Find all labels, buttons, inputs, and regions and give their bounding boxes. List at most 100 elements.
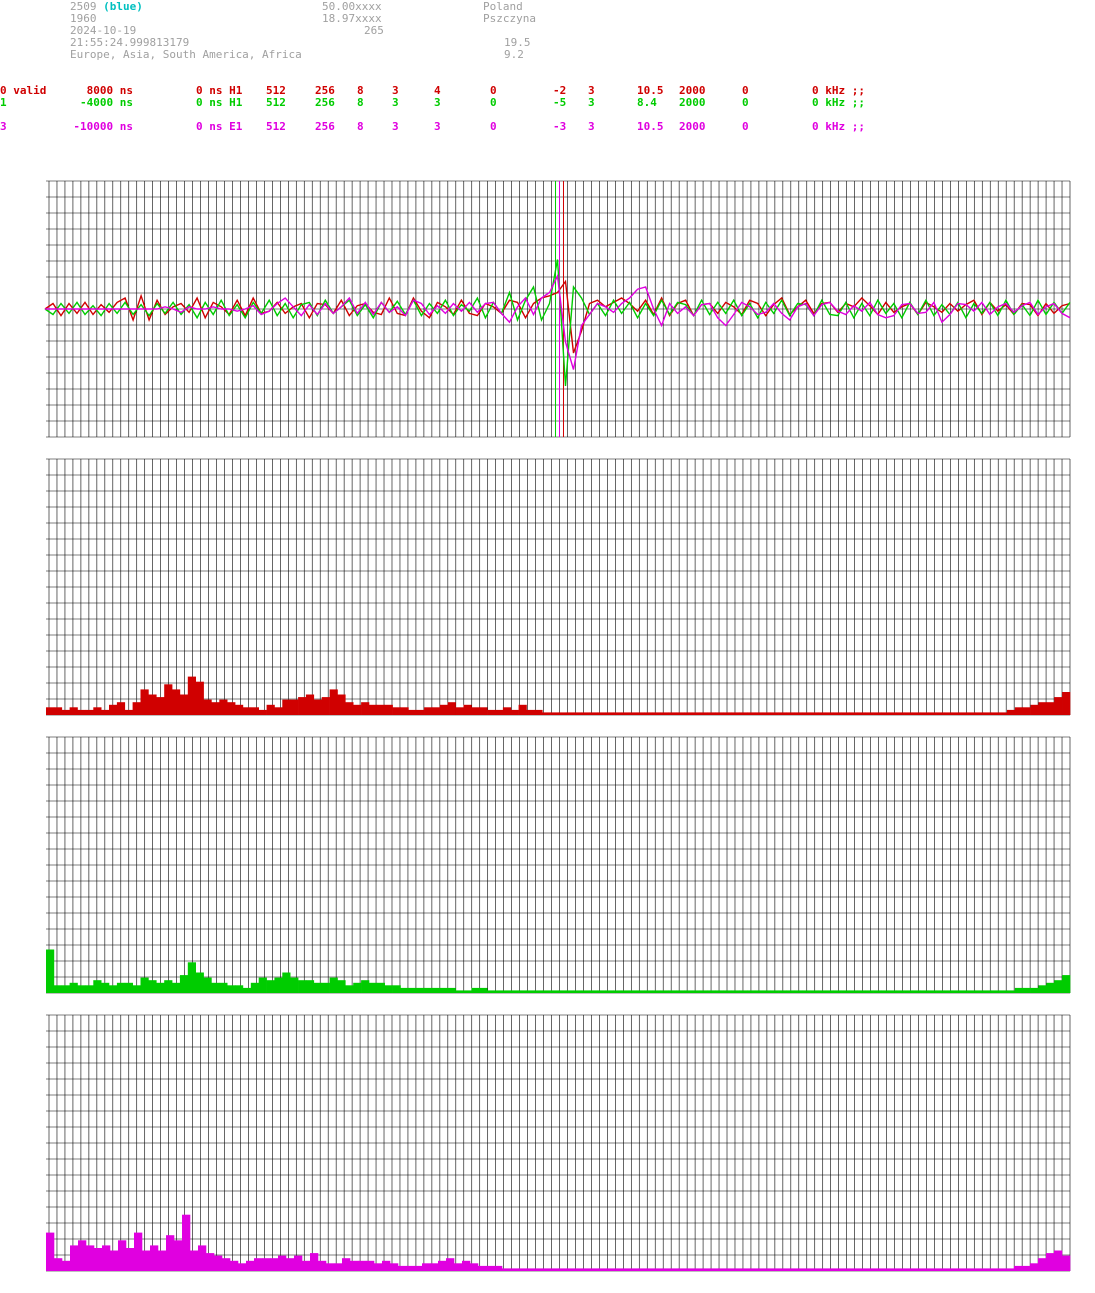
spectrum-bar bbox=[174, 1240, 183, 1271]
spectrum-bar bbox=[164, 684, 173, 715]
spectrum-bar bbox=[53, 707, 63, 715]
spectrum-plot-ch1 bbox=[46, 736, 1071, 994]
spectrum-bar bbox=[321, 697, 330, 715]
spectrum-bar bbox=[211, 982, 220, 993]
spectrum-bar bbox=[718, 1268, 727, 1271]
spectrum-bar bbox=[881, 990, 890, 993]
spectrum-bar bbox=[408, 987, 417, 993]
spectrum-bar bbox=[422, 1263, 431, 1271]
spectrum-bar bbox=[69, 707, 78, 715]
spectrum-bar bbox=[810, 712, 819, 715]
spectrum-bar bbox=[195, 681, 204, 715]
spectrum-bar bbox=[518, 704, 527, 715]
spectrum-bar bbox=[471, 987, 480, 993]
spectrum-bar bbox=[928, 990, 937, 993]
spectrum-bar bbox=[447, 987, 456, 993]
spectrum-bar bbox=[462, 1260, 471, 1271]
spectrum-bar bbox=[46, 949, 55, 993]
spectrum-bar bbox=[920, 990, 929, 993]
spectrum-bar bbox=[558, 990, 567, 993]
spectrum-bar bbox=[334, 1263, 343, 1271]
channel-cell: 3 bbox=[434, 120, 441, 133]
spectrum-bar bbox=[392, 985, 401, 993]
spectrum-bar bbox=[912, 990, 921, 993]
spectrum-bar bbox=[262, 1258, 271, 1271]
spectrum-bar bbox=[361, 702, 370, 715]
spectrum-bar bbox=[550, 990, 559, 993]
spectrum-bar bbox=[438, 1260, 447, 1271]
spectrum-bar bbox=[998, 1268, 1007, 1271]
spectrum-bar bbox=[870, 1268, 879, 1271]
spectrum-bar bbox=[282, 699, 291, 715]
spectrum-bar bbox=[227, 985, 236, 993]
spectrum-bar bbox=[390, 1263, 399, 1271]
spectrum-bar bbox=[676, 712, 685, 715]
spectrum-bar bbox=[384, 704, 393, 715]
channel-cell: -10000 ns bbox=[73, 120, 133, 133]
spectrum-bar bbox=[918, 1268, 927, 1271]
spectrum-bar bbox=[432, 707, 441, 715]
spectrum-bar bbox=[841, 990, 850, 993]
spectrum-bar bbox=[1038, 985, 1047, 993]
spectrum-bar bbox=[446, 1258, 455, 1271]
spectrum-bar bbox=[990, 1268, 999, 1271]
spectrum-bar bbox=[219, 699, 228, 715]
spectrum-bar bbox=[878, 1268, 887, 1271]
spectrum-bar bbox=[731, 712, 740, 715]
spectrum-bar bbox=[1014, 1265, 1023, 1271]
spectrum-bar bbox=[825, 712, 834, 715]
spectrum-bar bbox=[573, 990, 582, 993]
spectrum-bar bbox=[830, 1268, 839, 1271]
spectrum-bar bbox=[321, 982, 330, 993]
spectrum-bar bbox=[77, 985, 86, 993]
spectrum-bar bbox=[124, 709, 133, 715]
spectrum-bar bbox=[132, 702, 141, 715]
spectrum-bar bbox=[534, 1268, 543, 1271]
spectrum-bar bbox=[944, 990, 953, 993]
spectrum-bar bbox=[991, 712, 1000, 715]
spectrum-bar bbox=[179, 694, 189, 715]
spectrum-bar bbox=[46, 707, 55, 715]
spectrum-bar bbox=[1014, 987, 1024, 993]
spectrum-bar bbox=[518, 1268, 527, 1271]
channel-cell: 512 bbox=[266, 120, 286, 133]
spectrum-bar bbox=[1062, 1255, 1071, 1271]
spectrum-bar bbox=[646, 1268, 655, 1271]
spectrum-bar bbox=[660, 990, 669, 993]
spectrum-bar bbox=[1007, 709, 1016, 715]
spectrum-bar bbox=[654, 1268, 663, 1271]
spectrum-bar bbox=[694, 1268, 703, 1271]
spectrum-bar bbox=[691, 712, 701, 715]
spectrum-bar bbox=[710, 1268, 719, 1271]
spectrum-bar bbox=[254, 1258, 263, 1271]
spectrum-bar bbox=[542, 712, 551, 715]
spectrum-bar bbox=[934, 1268, 943, 1271]
spectrum-bar bbox=[534, 709, 543, 715]
spectrum-bar bbox=[140, 977, 149, 993]
spectrum-bar bbox=[190, 1250, 199, 1271]
spectrum-bar bbox=[179, 975, 189, 993]
spectrum-bar bbox=[479, 987, 488, 993]
value-2: 9.2 bbox=[504, 48, 524, 61]
spectrum-bar bbox=[187, 962, 196, 993]
spectrum-bar bbox=[478, 1265, 487, 1271]
spectrum-bar bbox=[999, 712, 1008, 715]
spectrum-bar bbox=[376, 982, 385, 993]
spectrum-bar bbox=[326, 1263, 335, 1271]
spectrum-bar bbox=[621, 712, 630, 715]
spectrum-bar bbox=[242, 707, 252, 715]
spectrum-bar bbox=[258, 709, 267, 715]
spectrum-bar bbox=[345, 702, 354, 715]
spectrum-bar bbox=[350, 1260, 359, 1271]
station-altitude: 265 bbox=[364, 24, 384, 37]
spectrum-bar bbox=[274, 977, 283, 993]
spectrum-bar bbox=[227, 702, 236, 715]
spectrum-bar bbox=[686, 1268, 695, 1271]
channel-cell: -4000 ns bbox=[80, 96, 133, 109]
spectrum-bar bbox=[526, 1268, 535, 1271]
spectrum-bar bbox=[1030, 1263, 1039, 1271]
spectrum-bar bbox=[518, 990, 527, 993]
spectrum-bar bbox=[101, 982, 110, 993]
spectrum-bar bbox=[318, 1260, 327, 1271]
spectrum-bar bbox=[566, 1268, 575, 1271]
